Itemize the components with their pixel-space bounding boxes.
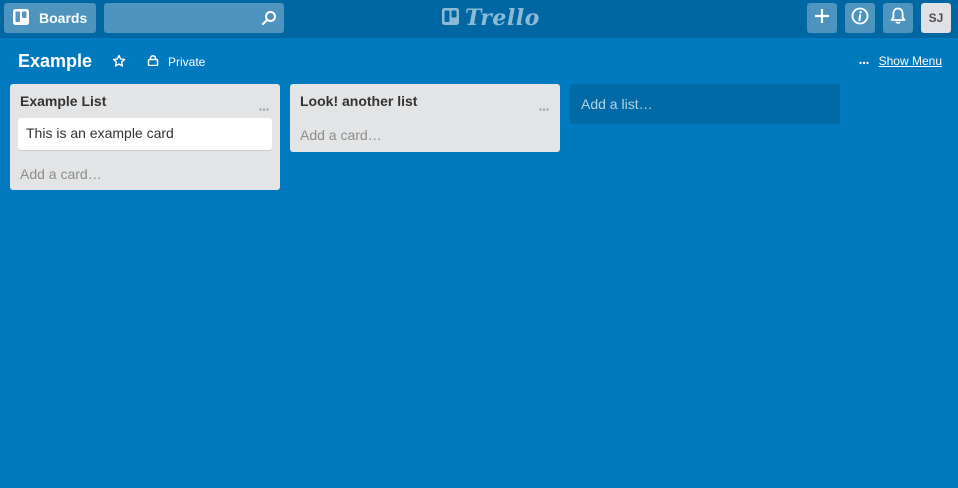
add-list-button[interactable]: Add a list… bbox=[570, 84, 840, 124]
add-card-button[interactable]: Add a card… bbox=[20, 166, 102, 182]
list-title[interactable]: Example List bbox=[20, 93, 106, 109]
info-button[interactable] bbox=[845, 3, 875, 33]
lock-icon bbox=[147, 54, 159, 69]
top-header: Boards Trello SJ bbox=[0, 0, 958, 38]
star-icon[interactable] bbox=[112, 54, 126, 73]
search-box[interactable] bbox=[104, 3, 284, 33]
boards-button[interactable]: Boards bbox=[4, 3, 96, 33]
boards-icon bbox=[13, 8, 29, 28]
add-card-button[interactable]: Add a card… bbox=[300, 127, 382, 143]
privacy-label: Private bbox=[168, 54, 206, 69]
list-card[interactable]: This is an example card bbox=[18, 118, 272, 150]
notifications-button[interactable] bbox=[883, 3, 913, 33]
show-menu-button[interactable]: Show Menu bbox=[858, 54, 942, 68]
logo-text: Trello bbox=[465, 5, 540, 31]
avatar[interactable]: SJ bbox=[921, 3, 951, 33]
boards-button-label: Boards bbox=[39, 10, 88, 26]
board-title[interactable]: Example bbox=[18, 51, 92, 72]
trello-logo[interactable]: Trello bbox=[442, 5, 540, 31]
list-menu-icon[interactable] bbox=[259, 98, 269, 116]
ellipsis-icon bbox=[858, 54, 869, 68]
search-icon[interactable] bbox=[261, 10, 277, 31]
list: Look! another list Add a card… bbox=[290, 84, 560, 152]
plus-icon bbox=[814, 8, 830, 29]
show-menu-label: Show Menu bbox=[878, 54, 942, 68]
add-button[interactable] bbox=[807, 3, 837, 33]
list-menu-icon[interactable] bbox=[539, 98, 549, 116]
info-icon bbox=[851, 7, 869, 30]
list: Example List This is an example card Add… bbox=[10, 84, 280, 190]
privacy-button[interactable]: Private bbox=[147, 54, 205, 69]
search-input[interactable] bbox=[104, 3, 270, 33]
list-title[interactable]: Look! another list bbox=[300, 93, 417, 109]
trello-logo-icon bbox=[442, 5, 459, 31]
bell-icon bbox=[890, 7, 906, 30]
